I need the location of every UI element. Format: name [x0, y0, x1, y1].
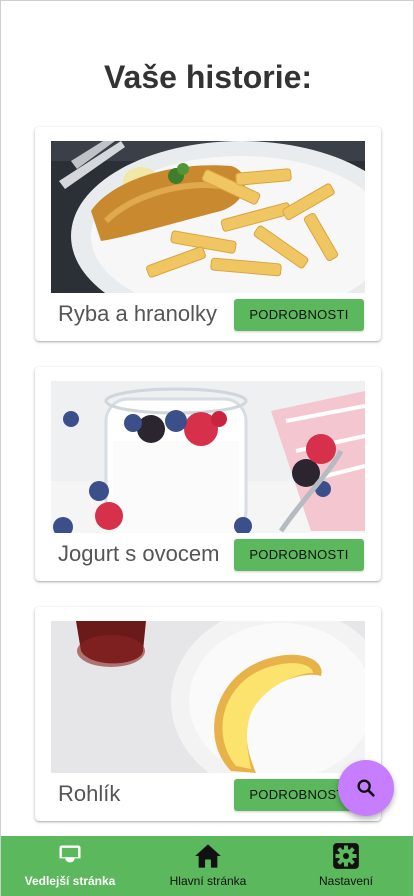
fish-and-chips-image — [51, 141, 365, 293]
nav-item-hlavni-stranka[interactable]: Hlavní stránka — [139, 836, 277, 896]
search-fab-button[interactable] — [338, 760, 394, 816]
inbox-icon — [59, 845, 81, 867]
card-title: Ryba a hranolky — [58, 301, 217, 326]
details-button[interactable]: PODROBNOSTI — [234, 299, 364, 331]
bread-roll-with-butter-image — [51, 621, 365, 773]
details-button[interactable]: PODROBNOSTI — [234, 539, 364, 571]
history-card: Jogurt s ovocem PODROBNOSTI — [35, 367, 381, 581]
page-title: Vaše historie: — [103, 59, 313, 95]
app-screen: Vaše historie: Ryba a hranolky PODROBNOS… — [0, 0, 414, 896]
history-card: Ryba a hranolky PODROBNOSTI — [35, 127, 381, 341]
card-title: Jogurt s ovocem — [58, 541, 220, 566]
nav-label: Nastavení — [318, 874, 374, 888]
history-card: Rohlík PODROBNOSTI — [35, 607, 381, 821]
settings-icon — [333, 843, 359, 869]
card-title: Rohlík — [58, 781, 121, 806]
nav-item-nastaveni[interactable]: Nastavení — [277, 836, 413, 896]
nav-label: Vedlejší stránka — [24, 874, 116, 888]
yogurt-with-berries-image — [51, 381, 365, 533]
bottom-navigation: Vedlejší stránka Hlavní stránka Nastaven… — [1, 836, 413, 896]
nav-item-vedlejsi-stranka[interactable]: Vedlejší stránka — [1, 836, 139, 896]
home-icon — [195, 844, 221, 868]
nav-label: Hlavní stránka — [169, 874, 247, 888]
search-icon — [357, 779, 375, 797]
